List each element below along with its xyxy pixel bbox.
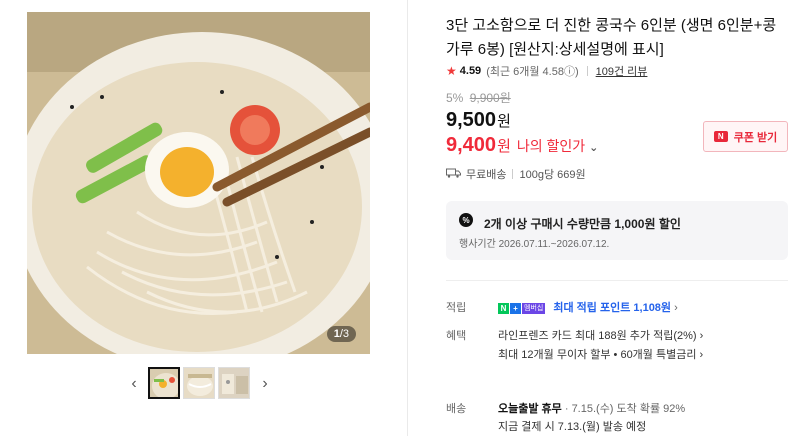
chevron-down-icon: ⌄ [589, 142, 599, 154]
free-shipping-label: 무료배송 [466, 169, 507, 181]
thumbnail-strip: ‹ › [127, 367, 272, 401]
promotion-box: % 2개 이상 구매시 수량만큼 1,000원 할인 행사기간 2026.07.… [446, 201, 788, 260]
delivery-ship-date: 지금 결제 시 7.13.(월) 발송 예정 [498, 421, 647, 433]
delivery-label: 배송 [446, 403, 467, 415]
section-divider [446, 280, 788, 281]
coupon-icon: N [713, 131, 728, 142]
benefit-label: 혜택 [446, 330, 467, 342]
divider [586, 66, 588, 76]
noodle-dish-illustration [27, 12, 370, 354]
review-count-link[interactable]: 109건 리뷰 [596, 63, 648, 79]
product-title: 3단 고소함으로 더 진한 콩국수 6인분 (생면 6인분+콩가루 6봉) [원… [446, 17, 777, 58]
discount-rate: 5% [446, 91, 464, 105]
thumbnail-3[interactable] [218, 367, 250, 399]
promotion-title: 2개 이상 구매시 수량만큼 1,000원 할인 [484, 217, 681, 231]
promotion-period: 행사기간 2026.07.11.~2026.07.12. [459, 239, 610, 250]
original-price: 9,900원 [469, 91, 511, 105]
shipping-row: 무료배송 100g당 669원 [446, 166, 586, 182]
coupon-button[interactable]: N 쿠폰 받기 [703, 121, 788, 152]
delivery-row: 오늘출발 휴무 · 7.15.(수) 도착 확률 92% [498, 400, 685, 416]
next-image-icon[interactable]: › [258, 375, 272, 393]
product-main-image[interactable]: 1/3 [27, 12, 370, 354]
naverpay-badge: N + 멤버십 [498, 302, 546, 314]
discount-badge-icon: % [459, 213, 473, 227]
coupon-label: 쿠폰 받기 [733, 131, 778, 144]
unit-price: 100g당 669원 [519, 169, 586, 181]
divider [512, 169, 514, 179]
chevron-right-icon: › [674, 302, 678, 314]
my-price-label: 나의 할인가 [516, 138, 586, 154]
thumbnail-2[interactable] [183, 367, 215, 399]
installment-benefit-link[interactable]: 최대 12개월 무이자 할부 • 60개월 특별금리 › [498, 346, 703, 362]
star-icon: ★ [446, 64, 457, 78]
recent-rating[interactable]: (최근 6개월 4.58ⓘ) [486, 63, 578, 79]
thumbnail-1[interactable] [148, 367, 180, 399]
delivery-eta: · 7.15.(수) 도착 확률 92% [564, 403, 686, 415]
my-discount-price[interactable]: 9,400 원 나의 할인가 ⌄ [446, 134, 598, 157]
delivery-status: 오늘출발 휴무 [498, 403, 562, 415]
prev-image-icon[interactable]: ‹ [127, 375, 141, 393]
points-row[interactable]: N + 멤버십 최대 적립 포인트 1,108원 › [498, 299, 678, 315]
rating-score: 4.59 [459, 65, 482, 77]
sale-price: 9,500원 [446, 109, 511, 131]
card-benefit-link[interactable]: 라인프렌즈 카드 최대 188원 추가 적립(2%) › [498, 327, 703, 343]
points-label: 적립 [446, 302, 467, 314]
discount-row: 5% 9,900원 [446, 89, 511, 106]
rating-row: ★ 4.59 (최근 6개월 4.58ⓘ) 109건 리뷰 [446, 63, 647, 79]
max-points-link[interactable]: 최대 적립 포인트 1,108원 [553, 302, 671, 314]
image-counter: 1/3 [326, 326, 356, 342]
truck-icon [446, 168, 461, 181]
column-divider [407, 0, 408, 436]
